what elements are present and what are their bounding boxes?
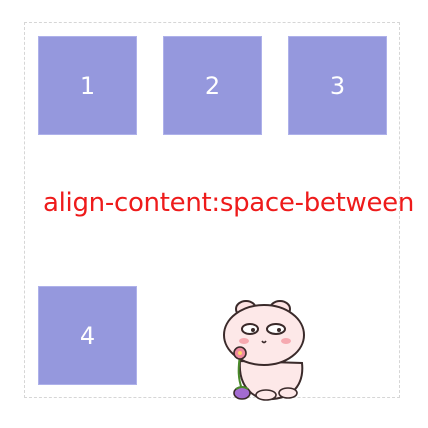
demo-title: align-content:space-between bbox=[43, 188, 415, 218]
flex-item-label: 1 bbox=[79, 71, 96, 100]
flex-item-label: 2 bbox=[204, 71, 221, 100]
flex-item-1: 1 bbox=[38, 36, 137, 135]
flex-item-label: 3 bbox=[329, 71, 346, 100]
flex-item-label: 4 bbox=[79, 321, 96, 350]
flex-item-4: 4 bbox=[38, 286, 137, 385]
flex-item-2: 2 bbox=[163, 36, 262, 135]
flex-container: 1 2 3 align-content:space-between 4 bbox=[24, 22, 415, 401]
flex-item-3: 3 bbox=[288, 36, 387, 135]
bunny-with-flower-icon bbox=[208, 291, 320, 403]
